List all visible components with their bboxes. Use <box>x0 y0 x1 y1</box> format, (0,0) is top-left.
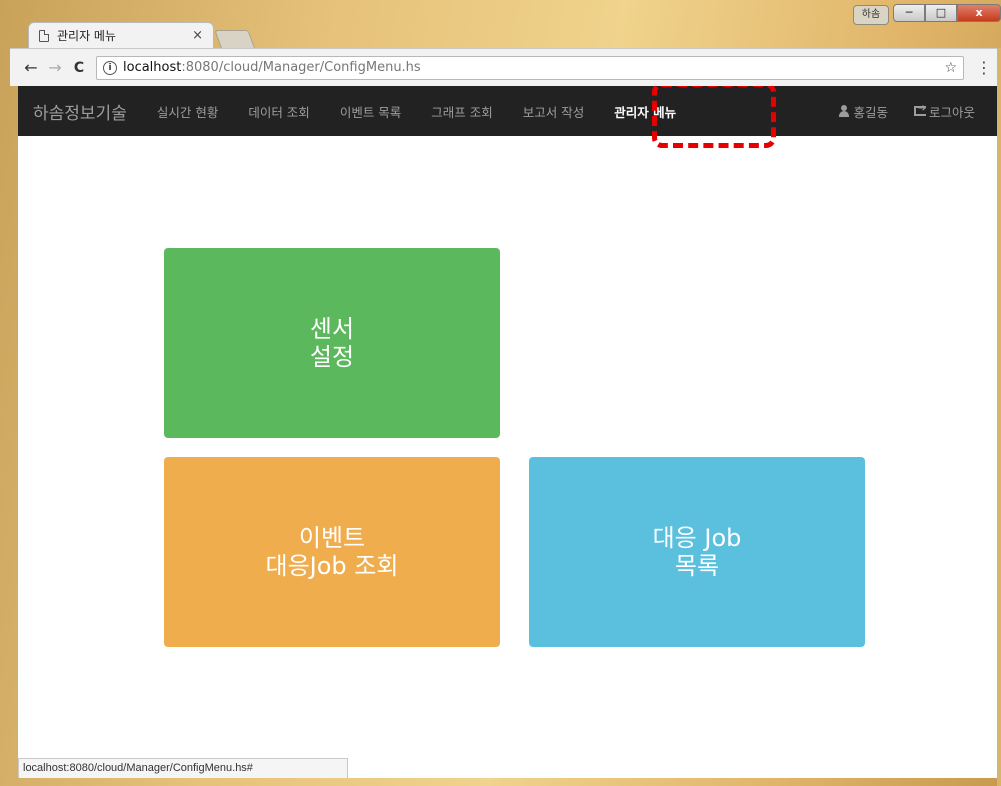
tile-label: 대응 Job 목록 <box>652 524 742 580</box>
forward-icon[interactable]: → <box>44 58 66 77</box>
bookmark-star-icon[interactable]: ☆ <box>944 60 957 76</box>
status-bar: localhost:8080/cloud/Manager/ConfigMenu.… <box>18 758 348 778</box>
logout-icon <box>913 103 926 116</box>
sensor-settings-tile[interactable]: 센서 설정 <box>164 248 500 438</box>
brand-logo[interactable]: 하솜정보기술 <box>33 99 127 124</box>
browser-menu-icon[interactable]: ⋮ <box>976 58 992 77</box>
user-name: 홍길동 <box>853 104 888 120</box>
top-navbar: 하솜정보기술 실시간 현황 데이터 조회 이벤트 목록 그래프 조회 보고서 작… <box>18 86 1001 136</box>
navbar-right: 홍길동 로그아웃 <box>838 86 1001 136</box>
tile-label: 이벤트 대응Job 조회 <box>265 524 399 580</box>
nav-data-query[interactable]: 데이터 조회 <box>248 102 309 121</box>
maximize-button[interactable]: □ <box>925 4 957 22</box>
url-host: localhost <box>123 60 182 75</box>
nav-realtime-status[interactable]: 실시간 현황 <box>157 102 218 121</box>
tile-label: 센서 설정 <box>309 315 355 371</box>
minimize-button[interactable]: ─ <box>893 4 925 22</box>
nav-report-write[interactable]: 보고서 작성 <box>523 102 584 121</box>
new-tab-button[interactable] <box>214 30 256 50</box>
logout-link[interactable]: 로그아웃 <box>913 102 975 121</box>
user-icon <box>838 105 850 117</box>
window-border <box>997 48 1001 786</box>
nav-event-list[interactable]: 이벤트 목록 <box>340 102 401 121</box>
event-job-query-tile[interactable]: 이벤트 대응Job 조회 <box>164 457 500 647</box>
page-content: 하솜정보기술 실시간 현황 데이터 조회 이벤트 목록 그래프 조회 보고서 작… <box>18 86 1001 778</box>
back-icon[interactable]: ← <box>20 58 42 77</box>
tab-close-icon[interactable]: × <box>192 28 203 43</box>
tab-title: 관리자 메뉴 <box>57 29 117 43</box>
page-icon <box>39 29 49 42</box>
address-bar[interactable]: i localhost :8080/cloud/Manager/ConfigMe… <box>96 55 964 80</box>
browser-toolbar: ← → C i localhost :8080/cloud/Manager/Co… <box>10 48 1001 86</box>
reload-icon[interactable]: C <box>68 60 90 76</box>
nav-graph-query[interactable]: 그래프 조회 <box>431 102 492 121</box>
user-menu[interactable]: 홍길동 <box>838 102 888 121</box>
profile-button[interactable]: 하솜 <box>853 5 889 25</box>
window-controls: ─ □ x <box>893 4 1001 22</box>
browser-tab[interactable]: 관리자 메뉴 × <box>28 22 214 48</box>
info-icon[interactable]: i <box>103 60 117 75</box>
url-path: :8080/cloud/Manager/ConfigMenu.hs <box>181 60 421 75</box>
logout-label: 로그아웃 <box>928 104 975 120</box>
close-window-button[interactable]: x <box>957 4 1001 22</box>
job-list-tile[interactable]: 대응 Job 목록 <box>529 457 865 647</box>
highlight-annotation <box>652 86 776 148</box>
